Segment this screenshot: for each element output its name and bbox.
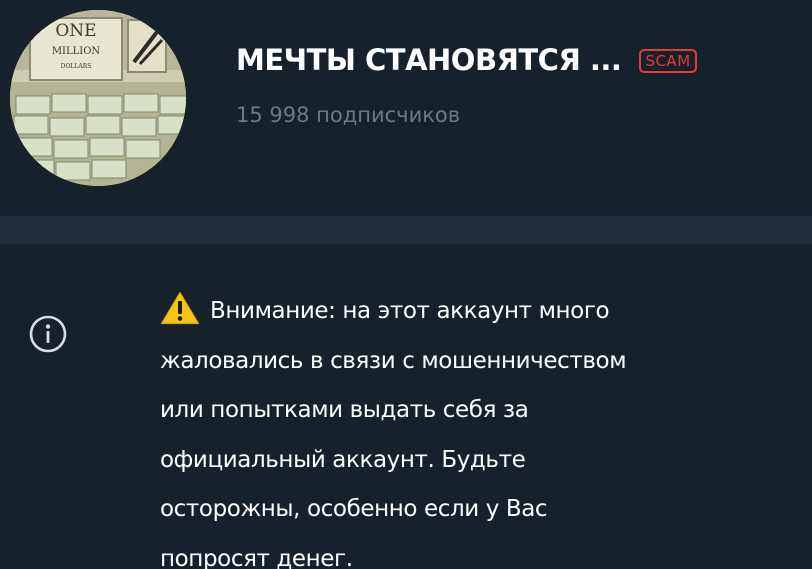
warning-line-4: официальный аккаунт. Будьте: [160, 446, 526, 473]
warning-line-3: или попытками выдать себя за: [160, 397, 529, 423]
warning-line-5: осторожны, особенно если у Вас: [160, 496, 548, 522]
channel-avatar[interactable]: ONE MILLION DOLLARS: [10, 10, 186, 186]
warning-line-2: жаловались в связи с мошенничеством: [160, 347, 627, 374]
avatar-text-dollars: DOLLARS: [61, 63, 92, 70]
scam-badge: SCAM: [639, 49, 697, 73]
warning-line-1: Внимание: на этот аккаунт много: [210, 298, 610, 324]
avatar-text-one: ONE: [55, 21, 96, 41]
avatar-image: ONE MILLION DOLLARS: [10, 10, 186, 186]
warning-line-6: попросят денег.: [160, 545, 353, 569]
avatar-text-million: MILLION: [52, 46, 101, 57]
subscriber-count: 15 998 подписчиков: [236, 103, 461, 127]
channel-info-panel: ONE MILLION DOLLARS МЕЧТЫ СТАНОВЯТСЯ ...…: [0, 0, 812, 569]
section-divider: [0, 216, 812, 244]
channel-title[interactable]: МЕЧТЫ СТАНОВЯТСЯ ...: [236, 43, 622, 77]
scam-warning-text: Внимание: на этот аккаунт много жаловалис…: [160, 287, 800, 569]
channel-header: ONE MILLION DOLLARS МЕЧТЫ СТАНОВЯТСЯ ...…: [0, 0, 812, 216]
warning-icon: [160, 291, 200, 325]
info-icon: [28, 314, 68, 354]
info-section: Внимание: на этот аккаунт много жаловалис…: [0, 244, 812, 569]
title-row: МЕЧТЫ СТАНОВЯТСЯ ... SCAM: [236, 38, 697, 82]
